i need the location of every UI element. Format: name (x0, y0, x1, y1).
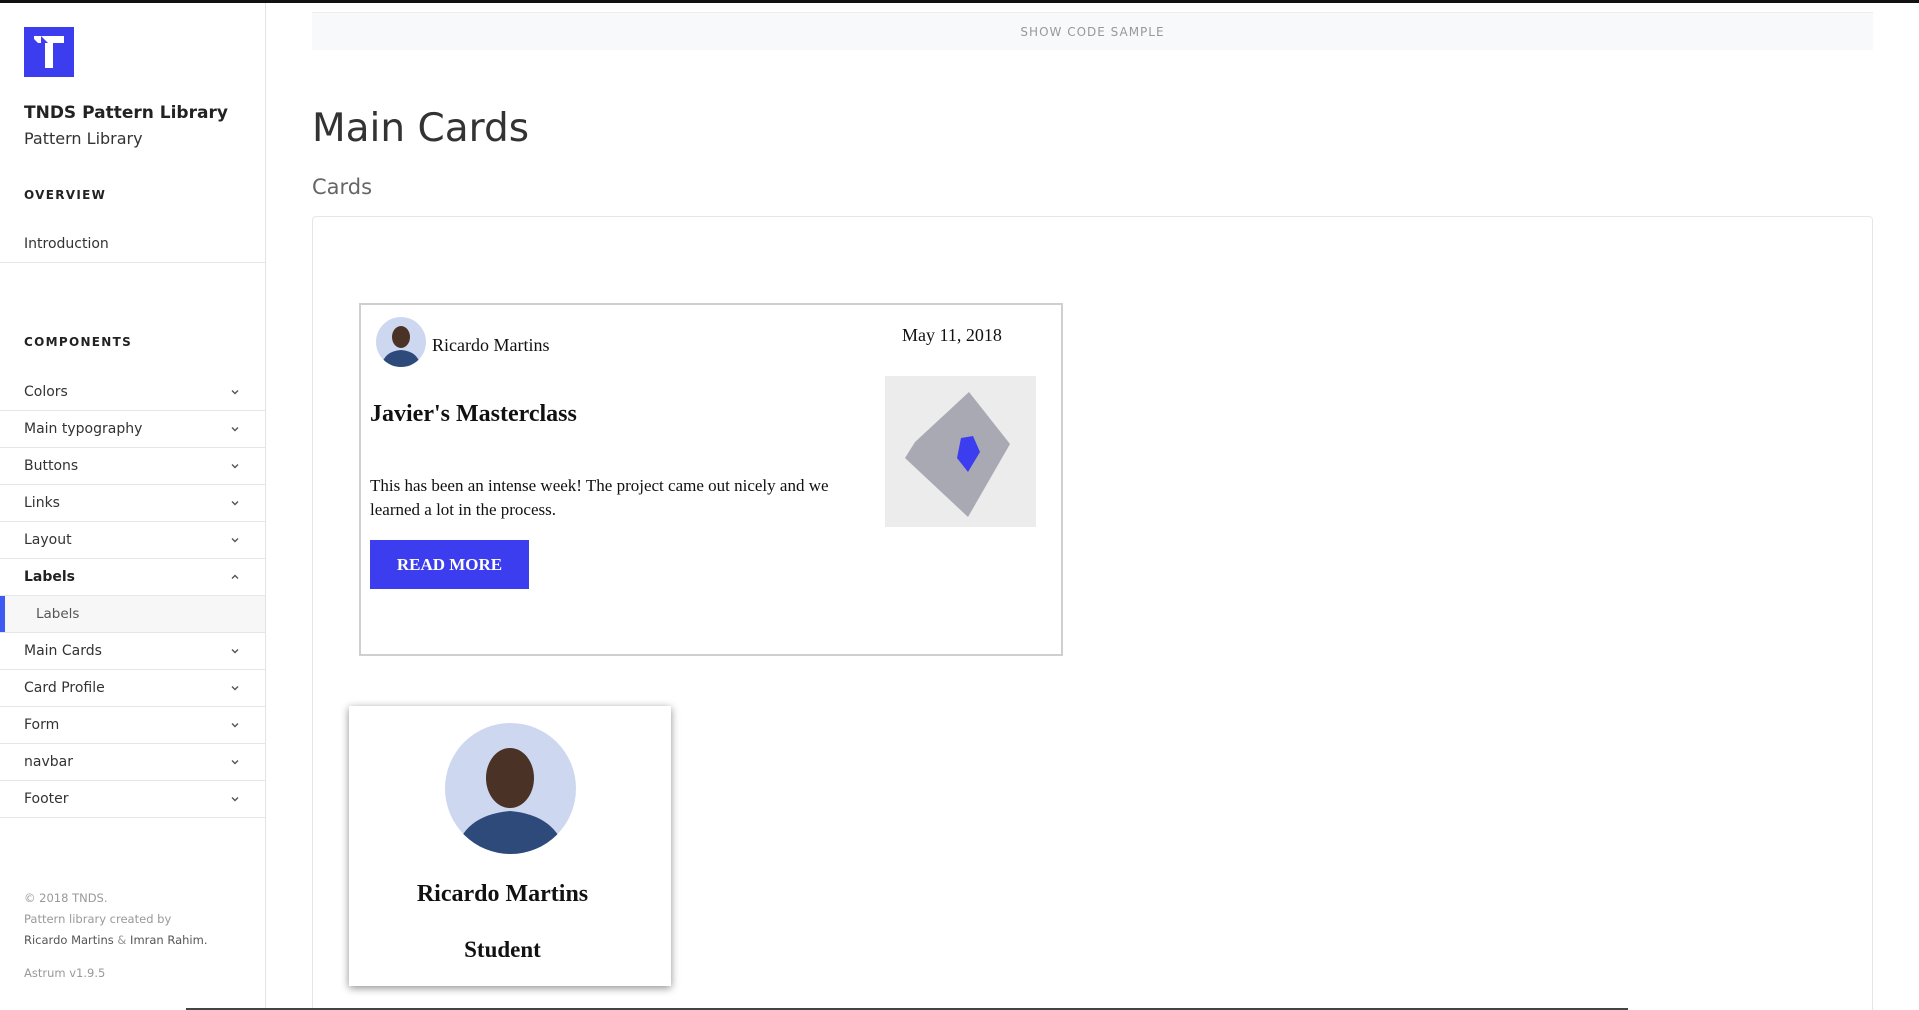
author-link[interactable]: Imran Rahim. (130, 933, 207, 947)
components-menu: Colors Main typography Buttons Links Lay… (0, 374, 265, 818)
library-subtitle: Pattern Library (24, 129, 143, 148)
sidebar-item-label: Main typography (24, 421, 143, 437)
sidebar-item-card-profile[interactable]: Card Profile (0, 670, 265, 707)
avatar (376, 317, 426, 367)
sidebar-item-label: Labels (36, 606, 80, 622)
chevron-down-icon (229, 756, 241, 768)
sidebar-item-label: navbar (24, 754, 73, 770)
show-code-sample-button[interactable]: SHOW CODE SAMPLE (312, 12, 1873, 50)
card-body: This has been an intense week! The proje… (370, 476, 829, 519)
page-title: Main Cards (312, 106, 530, 151)
pentagon-logo-icon (885, 376, 1036, 527)
authors-line: Ricardo Martins & Imran Rahim. (24, 933, 208, 947)
copyright-text: © 2018 TNDS. (24, 891, 108, 905)
sidebar-item-label: Labels (24, 569, 76, 585)
author-link[interactable]: Ricardo Martins (24, 933, 114, 947)
chevron-down-icon (229, 534, 241, 546)
read-more-button[interactable]: READ MORE (370, 540, 529, 589)
profile-avatar (445, 723, 576, 854)
sidebar-item-label: Card Profile (24, 680, 105, 696)
top-border (0, 0, 1919, 3)
sidebar: TNDS Pattern Library Pattern Library OVE… (0, 3, 266, 1010)
sidebar-subitem-labels[interactable]: Labels (0, 596, 265, 633)
chevron-down-icon (229, 793, 241, 805)
sidebar-item-label: Layout (24, 532, 72, 548)
chevron-down-icon (229, 386, 241, 398)
chevron-down-icon (229, 682, 241, 694)
sidebar-item-introduction[interactable]: Introduction (0, 226, 265, 263)
sidebar-item-label: Footer (24, 791, 69, 807)
main-card: Ricardo Martins May 11, 2018 Javier's Ma… (359, 303, 1063, 656)
sidebar-item-label: Form (24, 717, 60, 733)
components-heading: COMPONENTS (24, 335, 133, 349)
sidebar-item-label: Main Cards (24, 643, 102, 659)
chevron-up-icon (229, 571, 241, 583)
card-title: Javier's Masterclass (370, 401, 577, 427)
tnds-logo-icon[interactable] (24, 27, 74, 77)
sidebar-item-label: Buttons (24, 458, 79, 474)
sidebar-item-buttons[interactable]: Buttons (0, 448, 265, 485)
sidebar-item-layout[interactable]: Layout (0, 522, 265, 559)
active-indicator (0, 596, 5, 632)
created-by-text: Pattern library created by (24, 912, 172, 926)
profile-card: Ricardo Martins Student (349, 706, 671, 986)
card-date: May 11, 2018 (902, 325, 1002, 345)
sidebar-item-links[interactable]: Links (0, 485, 265, 522)
chevron-down-icon (229, 645, 241, 657)
chevron-down-icon (229, 497, 241, 509)
sidebar-item-form[interactable]: Form (0, 707, 265, 744)
overview-heading: OVERVIEW (24, 188, 107, 202)
sidebar-item-label: Links (24, 495, 60, 511)
section-subtitle: Cards (312, 175, 373, 199)
sidebar-item-main-cards[interactable]: Main Cards (0, 633, 265, 670)
library-title: TNDS Pattern Library (24, 103, 228, 123)
ampersand: & (117, 933, 127, 947)
chevron-down-icon (229, 460, 241, 472)
sidebar-item-navbar[interactable]: navbar (0, 744, 265, 781)
sidebar-item-colors[interactable]: Colors (0, 374, 265, 411)
profile-role: Student (464, 937, 541, 962)
chevron-down-icon (229, 719, 241, 731)
sidebar-item-labels[interactable]: Labels (0, 559, 265, 596)
chevron-down-icon (229, 423, 241, 435)
sidebar-item-label: Colors (24, 384, 68, 400)
version-text: Astrum v1.9.5 (24, 966, 106, 980)
profile-name: Ricardo Martins (416, 881, 589, 907)
sidebar-item-footer[interactable]: Footer (0, 781, 265, 818)
sidebar-item-main-typography[interactable]: Main typography (0, 411, 265, 448)
card-author: Ricardo Martins (432, 335, 550, 355)
